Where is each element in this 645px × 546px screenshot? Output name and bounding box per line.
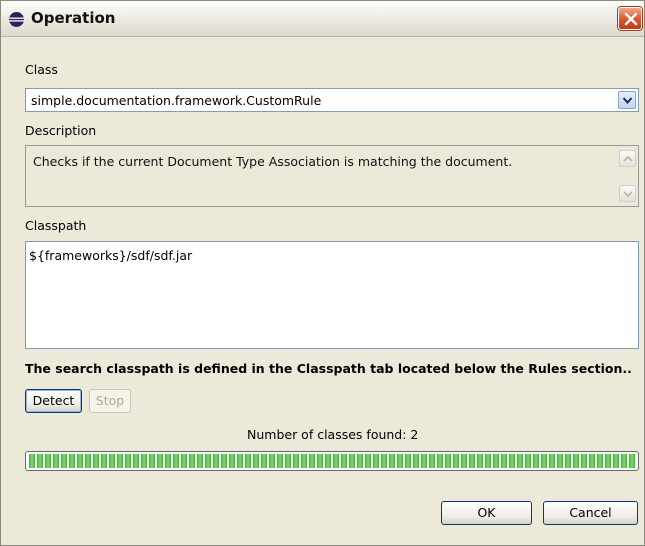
scroll-down-button[interactable] xyxy=(619,185,636,202)
detect-button[interactable]: Detect xyxy=(25,389,82,413)
class-label: Class xyxy=(25,62,58,77)
progress-bar xyxy=(25,451,639,471)
classpath-value: ${frameworks}/sdf/sdf.jar xyxy=(29,248,193,263)
description-label: Description xyxy=(25,123,97,138)
class-dropdown-button[interactable] xyxy=(618,91,636,109)
cancel-button[interactable]: Cancel xyxy=(543,501,638,525)
progress-fill xyxy=(29,454,635,468)
ok-button[interactable]: OK xyxy=(441,501,532,525)
description-text: Checks if the current Document Type Asso… xyxy=(33,154,513,169)
scroll-up-button[interactable] xyxy=(619,150,636,167)
close-button[interactable] xyxy=(618,7,642,30)
stop-button[interactable]: Stop xyxy=(89,389,131,413)
classpath-info-text: The search classpath is defined in the C… xyxy=(25,361,632,376)
operation-dialog: Operation Class simple.documentation.fra… xyxy=(0,0,645,546)
title-bar[interactable]: Operation xyxy=(1,1,644,37)
eclipse-icon xyxy=(8,11,25,28)
classes-found-status: Number of classes found: 2 xyxy=(247,427,419,442)
description-box: Checks if the current Document Type Asso… xyxy=(25,145,639,207)
class-combo[interactable]: simple.documentation.framework.CustomRul… xyxy=(25,88,639,112)
window-title: Operation xyxy=(31,9,116,27)
class-value: simple.documentation.framework.CustomRul… xyxy=(31,93,322,108)
description-scrollbar[interactable] xyxy=(619,148,636,204)
classpath-textarea[interactable]: ${frameworks}/sdf/sdf.jar xyxy=(25,241,639,349)
classpath-label: Classpath xyxy=(25,218,87,233)
